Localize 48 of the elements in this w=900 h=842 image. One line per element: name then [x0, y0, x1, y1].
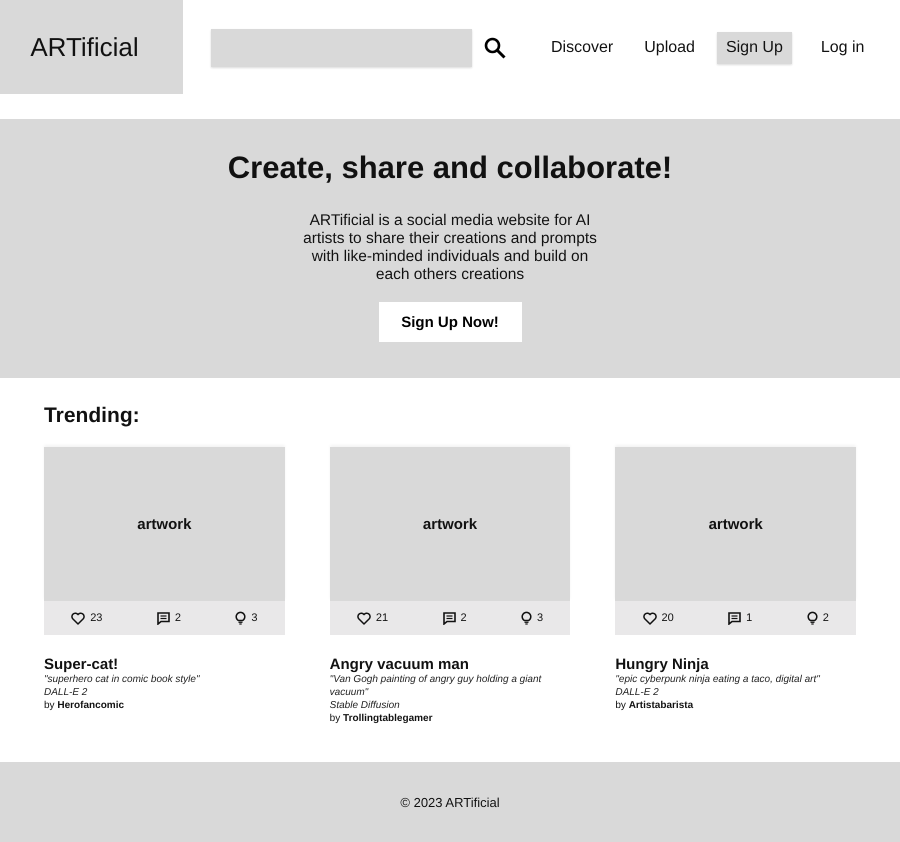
artwork-label: artwork	[708, 516, 763, 532]
author-line: by Artistabarista	[615, 699, 694, 712]
model-name: Stable Diffusion	[330, 699, 401, 712]
idea-count: 3	[537, 612, 544, 624]
heart-icon[interactable]	[356, 612, 371, 624]
artwork-label: artwork	[137, 516, 192, 532]
search-icon[interactable]	[484, 37, 506, 59]
model-name: DALL-E 2	[44, 686, 88, 699]
artwork-placeholder[interactable]: artwork	[615, 447, 856, 601]
artwork-title[interactable]: Angry vacuum man	[330, 656, 570, 673]
hero-title: Create, share and collaborate!	[228, 150, 672, 186]
comment-count: 2	[460, 612, 467, 624]
lightbulb-icon[interactable]	[806, 611, 818, 625]
prompt-text: "Van Gogh painting of angry guy holding a giant vacuum"	[330, 673, 542, 699]
comment-count: 1	[746, 612, 752, 624]
author-line: by Herofancomic	[44, 699, 126, 712]
artwork-title[interactable]: Super-cat!	[44, 656, 285, 673]
artwork-title[interactable]: Hungry Ninja	[615, 656, 856, 673]
sign-up-button[interactable]: Sign Up	[716, 32, 792, 64]
heart-icon[interactable]	[71, 612, 86, 624]
sign-up-now-button[interactable]: Sign Up Now!	[378, 302, 522, 342]
logo[interactable]: ARTificial	[0, 0, 183, 94]
nav-link[interactable]: Upload	[635, 33, 704, 63]
like-count: 21	[376, 612, 388, 624]
lightbulb-icon[interactable]	[521, 611, 532, 625]
prompt-text: "superhero cat in comic book style"	[44, 673, 201, 686]
like-count: 20	[662, 612, 674, 624]
prompt-text: "epic cyberpunk ninja eating a taco, digital art"	[615, 673, 822, 686]
comment-icon[interactable]	[728, 612, 742, 624]
comment-icon[interactable]	[156, 612, 170, 624]
idea-count: 3	[251, 612, 258, 624]
model-name: DALL-E 2	[615, 686, 660, 699]
idea-count: 2	[822, 612, 829, 624]
artwork-placeholder[interactable]: artwork	[330, 447, 570, 601]
lightbulb-icon[interactable]	[235, 611, 246, 625]
artwork-placeholder[interactable]: artwork	[44, 447, 285, 601]
hero-text: ARTificial is a social media website for AI artists to share their creations and prompts with like-minded individuals and build on each others creations	[302, 212, 598, 284]
comment-count: 2	[174, 612, 181, 624]
comment-icon[interactable]	[442, 612, 456, 624]
artwork-label: artwork	[422, 516, 478, 532]
like-count: 23	[90, 612, 102, 624]
heart-icon[interactable]	[642, 612, 657, 624]
nav-link[interactable]: Discover	[542, 33, 622, 63]
author-line: by Trollingtablegamer	[330, 712, 434, 725]
copyright-text: © 2023 ARTificial	[400, 794, 500, 810]
section-heading: Trending:	[44, 404, 141, 428]
search-field[interactable]	[211, 29, 472, 67]
nav-link[interactable]: Log in	[812, 33, 874, 63]
